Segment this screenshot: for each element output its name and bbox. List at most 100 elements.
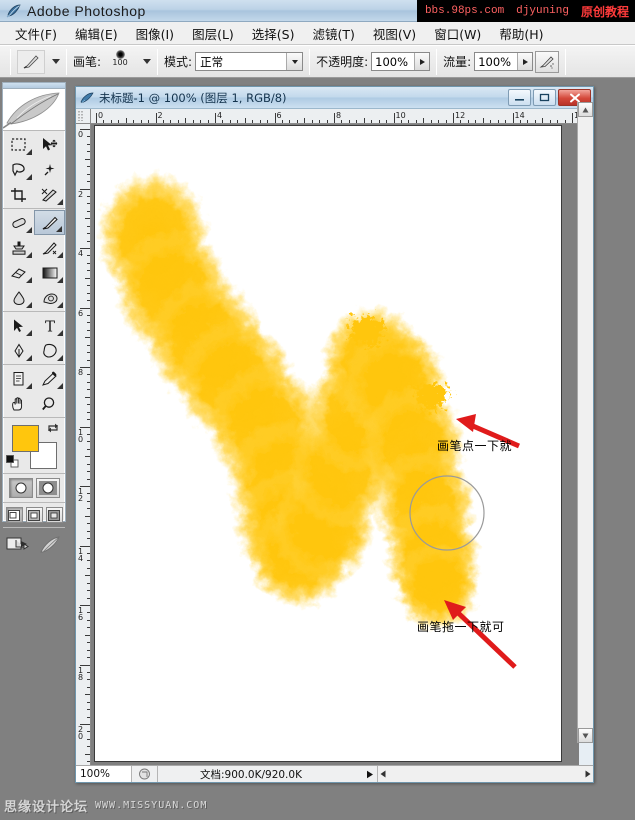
tool-magic-wand[interactable] xyxy=(34,157,65,182)
menu-window[interactable]: 窗口(W) xyxy=(425,22,490,45)
standard-screen-mode-button[interactable] xyxy=(5,507,23,523)
jump-to-imageready-button[interactable] xyxy=(6,533,32,560)
menu-edit[interactable]: 编辑(E) xyxy=(66,22,127,45)
horizontal-scrollbar[interactable] xyxy=(376,766,593,782)
imageready-feather-icon xyxy=(40,536,60,553)
imageready-icon-wrap[interactable] xyxy=(38,533,62,560)
status-popup-arrow-icon[interactable] xyxy=(363,770,377,779)
foreground-color-swatch[interactable] xyxy=(12,425,39,452)
horizontal-ruler[interactable]: 0246810121416 xyxy=(91,109,579,124)
ruler-label: 8 xyxy=(78,368,84,377)
vertical-scrollbar[interactable] xyxy=(577,102,593,743)
standard-screen-icon xyxy=(8,509,20,521)
menubar: 文件(F) 编辑(E) 图像(I) 图层(L) 选择(S) 滤镜(T) 视图(V… xyxy=(0,22,635,45)
annotation-drag-text: 画笔拖一下就可 xyxy=(417,620,505,634)
tool-clone-stamp[interactable] xyxy=(3,235,34,260)
tool-dodge[interactable] xyxy=(34,285,65,310)
tool-flyout-corner xyxy=(26,302,32,308)
tool-custom-shape[interactable] xyxy=(34,338,65,363)
canvas-viewport[interactable]: 画笔点一下就 画笔拖一下就可 xyxy=(91,124,579,765)
ruler-label: 4 xyxy=(78,249,84,258)
magic-wand-icon xyxy=(44,163,54,175)
tool-type[interactable]: T xyxy=(34,313,65,338)
tool-brush[interactable] xyxy=(34,210,65,235)
menu-select[interactable]: 选择(S) xyxy=(243,22,304,45)
menu-image[interactable]: 图像(I) xyxy=(127,22,183,45)
tool-hand[interactable] xyxy=(3,391,34,416)
toolbox-group-vector: T xyxy=(3,312,65,365)
ruler-corner[interactable] xyxy=(76,109,91,124)
tool-notes[interactable] xyxy=(3,366,34,391)
ruler-label: 12 xyxy=(455,111,466,120)
menu-layer[interactable]: 图层(L) xyxy=(183,22,243,45)
scroll-down-button[interactable] xyxy=(578,728,593,743)
ruler-label: 1 8 xyxy=(78,665,84,682)
color-swatch-area xyxy=(3,418,65,474)
brush-preview[interactable]: 100 xyxy=(104,49,136,75)
default-colors-icon[interactable] xyxy=(6,455,19,468)
ruler-major-tick xyxy=(274,113,276,123)
tool-healing-brush[interactable] xyxy=(3,210,34,235)
tool-history-brush[interactable] xyxy=(34,235,65,260)
quick-mask-mode-button[interactable] xyxy=(35,478,60,498)
menu-view[interactable]: 视图(V) xyxy=(364,22,425,45)
opacity-field[interactable]: 100% xyxy=(371,52,431,71)
watermark-site: bbs.98ps.com xyxy=(424,5,505,17)
document-window: 未标题-1 @ 100% (图层 1, RGB/8) 024681012141 xyxy=(75,86,594,783)
blend-mode-select[interactable]: 正常 xyxy=(195,52,304,71)
tool-blur[interactable] xyxy=(3,285,34,310)
tool-path-selection[interactable] xyxy=(3,313,34,338)
tool-flyout-corner xyxy=(57,199,63,205)
maximize-button[interactable] xyxy=(533,89,556,106)
opacity-value: 100% xyxy=(375,54,409,69)
opacity-slider-arrow-icon[interactable] xyxy=(414,53,430,70)
tool-slice[interactable] xyxy=(34,182,65,207)
full-screen-mode-button[interactable] xyxy=(45,507,63,523)
screen-mode-row xyxy=(3,503,65,528)
menu-filter[interactable]: 滤镜(T) xyxy=(303,22,363,45)
full-screen-icon xyxy=(48,509,60,521)
tool-preset-chevron-down-icon[interactable] xyxy=(52,59,60,64)
tool-crop[interactable] xyxy=(3,182,34,207)
canvas-page[interactable]: 画笔点一下就 画笔拖一下就可 xyxy=(95,126,561,761)
full-screen-menubar-mode-button[interactable] xyxy=(25,507,43,523)
flow-slider-arrow-icon[interactable] xyxy=(517,53,533,70)
tool-pen[interactable] xyxy=(3,338,34,363)
tool-flyout-corner xyxy=(26,330,32,336)
document-titlebar[interactable]: 未标题-1 @ 100% (图层 1, RGB/8) xyxy=(76,87,593,109)
minimize-button[interactable] xyxy=(508,89,531,106)
document-size-icon[interactable] xyxy=(132,766,158,782)
scroll-up-button[interactable] xyxy=(578,102,593,117)
vertical-ruler[interactable]: 024681 01 21 41 61 82 02 2 xyxy=(76,124,91,765)
blend-mode-chevron-down-icon[interactable] xyxy=(286,53,303,70)
brush-picker-chevron-down-icon[interactable] xyxy=(143,59,152,64)
tool-eyedropper[interactable] xyxy=(34,366,65,391)
swap-colors-icon[interactable] xyxy=(47,422,59,437)
options-divider-4 xyxy=(436,48,438,75)
ruler-label: 10 xyxy=(395,111,406,120)
tool-eraser[interactable] xyxy=(3,260,34,285)
tool-marquee[interactable] xyxy=(3,132,34,157)
custom-shape-icon xyxy=(42,343,57,358)
standard-mode-icon xyxy=(15,482,26,494)
ruler-label: 1 6 xyxy=(78,606,84,622)
healing-patch-icon xyxy=(11,217,26,228)
menu-file[interactable]: 文件(F) xyxy=(6,22,66,45)
photoshop-feather-logo-icon xyxy=(6,3,22,19)
menu-help[interactable]: 帮助(H) xyxy=(490,22,552,45)
tool-gradient[interactable] xyxy=(34,260,65,285)
zoom-level-field[interactable]: 100% xyxy=(76,766,132,782)
tool-lasso[interactable] xyxy=(3,157,34,182)
mask-mode-row xyxy=(3,474,65,503)
photoshop-window: Adobe Photoshop bbs.98ps.com djyuning 原创… xyxy=(0,0,635,820)
ruler-label: 1 4 xyxy=(78,546,84,563)
flow-field[interactable]: 100% xyxy=(474,52,534,71)
quick-mask-icon xyxy=(38,481,57,495)
airbrush-toggle-button[interactable] xyxy=(535,50,560,73)
bottom-watermark: 思缘设计论坛 WWW.MISSYUAN.COM xyxy=(0,790,635,820)
tool-move[interactable] xyxy=(34,132,65,157)
tool-zoom[interactable] xyxy=(34,391,65,416)
feather-banner-icon xyxy=(3,89,65,131)
current-tool-preview[interactable] xyxy=(17,49,45,74)
standard-mask-mode-button[interactable] xyxy=(8,478,33,498)
